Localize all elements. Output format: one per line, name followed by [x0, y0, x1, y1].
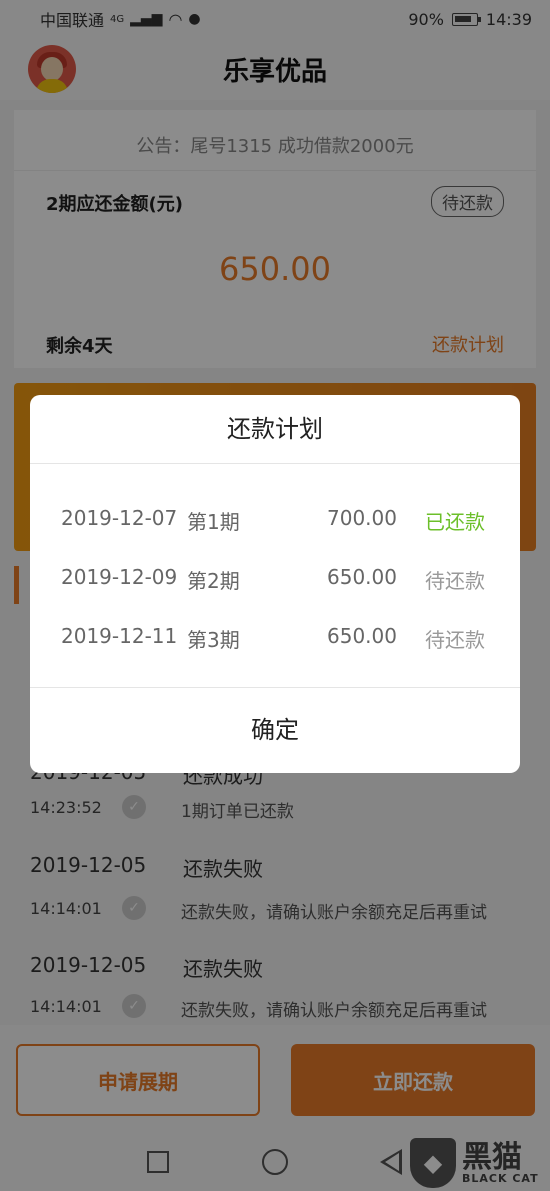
plan-row: 2019-12-09 第2期 650.00 待还款: [30, 557, 520, 597]
plan-period: 第1期: [187, 510, 240, 534]
plan-amount: 650.00: [327, 565, 397, 589]
plan-amount: 650.00: [327, 624, 397, 648]
plan-period: 第2期: [187, 569, 240, 593]
repayment-plan-dialog: 还款计划 2019-12-07 第1期 700.00 已还款 2019-12-0…: [30, 395, 520, 773]
plan-status: 待还款: [425, 569, 485, 593]
plan-date: 2019-12-07: [61, 506, 178, 530]
plan-row: 2019-12-11 第3期 650.00 待还款: [30, 616, 520, 656]
plan-date: 2019-12-09: [61, 565, 178, 589]
dialog-title: 还款计划: [227, 415, 323, 443]
confirm-button[interactable]: 确定: [30, 688, 520, 773]
plan-date: 2019-12-11: [61, 624, 178, 648]
plan-status: 待还款: [425, 628, 485, 652]
plan-amount: 700.00: [327, 506, 397, 530]
plan-status: 已还款: [425, 510, 485, 534]
plan-row: 2019-12-07 第1期 700.00 已还款: [30, 498, 520, 538]
plan-period: 第3期: [187, 628, 240, 652]
divider: [30, 463, 520, 464]
